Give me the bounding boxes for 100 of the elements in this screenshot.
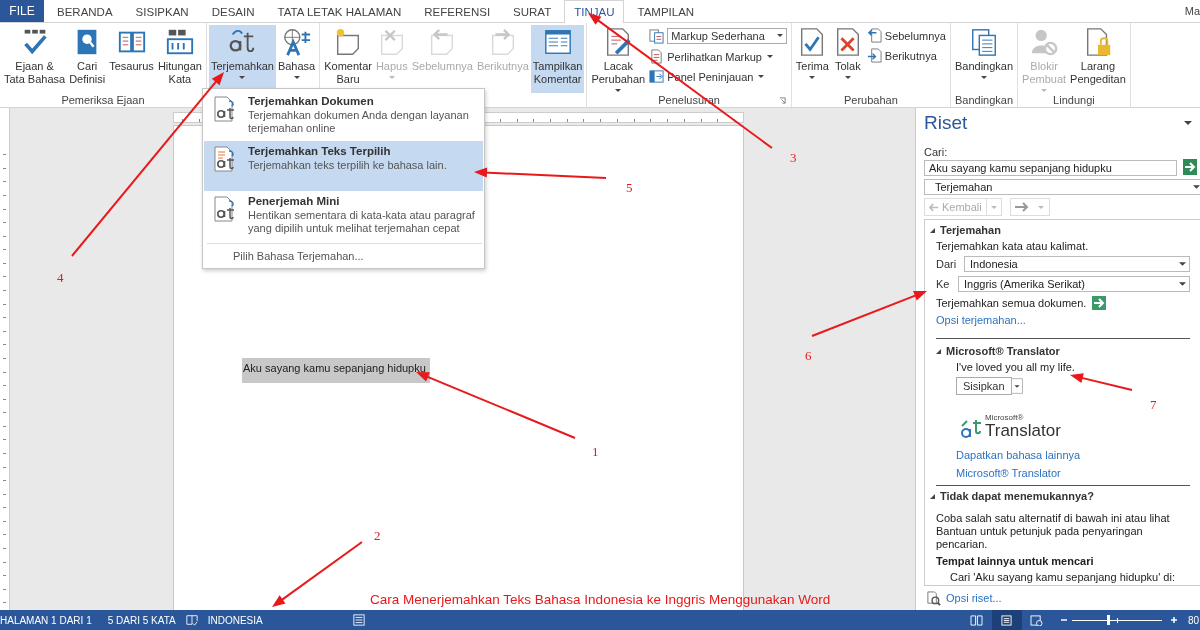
documents-icon bbox=[969, 27, 999, 57]
language-indicator[interactable]: INDONESIA bbox=[201, 614, 273, 626]
translator-link[interactable]: Dapatkan bahasa lainnya bbox=[956, 449, 1190, 461]
options-link[interactable]: Opsi terjemahan... bbox=[936, 314, 1200, 326]
annotation-number: 3 bbox=[790, 150, 797, 165]
insert-button[interactable]: Sisipkan bbox=[956, 377, 1012, 395]
caret-icon bbox=[1179, 261, 1186, 267]
annotation-number: 6 bbox=[805, 348, 812, 363]
zoom-thumb[interactable] bbox=[1106, 615, 1110, 625]
help-text: Coba salah satu alternatif di bawah ini atau lihat Bantuan untuk petunjuk pada penyaringan pencarian. bbox=[936, 512, 1171, 551]
translator-logo-icon bbox=[960, 419, 982, 439]
macro-icon[interactable] bbox=[352, 614, 365, 626]
translate-all-text: Terjemahkan semua dokumen. bbox=[936, 297, 1087, 309]
translator-link[interactable]: Microsoft® Translator bbox=[956, 467, 1190, 479]
search-field[interactable]: Aku sayang kamu sepanjang hidupku bbox=[924, 160, 1177, 176]
group-label: Pemeriksa Ejaan bbox=[61, 94, 145, 106]
to-language-dropdown[interactable]: Inggris (Amerika Serikat) bbox=[958, 276, 1190, 292]
print-layout-icon bbox=[1000, 614, 1014, 626]
annotation-number: 5 bbox=[626, 180, 633, 195]
group-label: Lindungi bbox=[1053, 94, 1095, 106]
pane-icon bbox=[649, 69, 665, 84]
logo-text: Translator bbox=[985, 422, 1061, 439]
subheading: Tempat lainnya untuk mencari bbox=[936, 555, 1095, 567]
ribbon-tab[interactable]: SURAT bbox=[503, 0, 562, 22]
zoom-slider[interactable] bbox=[1071, 614, 1162, 626]
group-label: Perubahan bbox=[843, 94, 898, 106]
research-options-icon[interactable] bbox=[926, 590, 941, 606]
annotation-number: 4 bbox=[57, 270, 64, 285]
pane-menu-icon[interactable] bbox=[1184, 120, 1192, 126]
markup-icon bbox=[649, 28, 665, 44]
translate-go-icon[interactable] bbox=[1092, 296, 1107, 310]
ribbon-tab[interactable]: DESAIN bbox=[201, 0, 265, 22]
insert-dropdown-icon[interactable] bbox=[1010, 377, 1023, 395]
group-label: Bandingkan bbox=[954, 94, 1014, 106]
menu-item[interactable]: Penerjemah Mini Hentikan sementara di kata-kata atau paragraf yang dipilih untuk melihat terjemahan cepat bbox=[204, 191, 483, 241]
page-count[interactable]: HALAMAN 1 DARI 1 bbox=[0, 614, 102, 626]
pane-title: Riset bbox=[924, 112, 969, 134]
ribbon-button[interactable]: Tesaurus bbox=[107, 25, 156, 93]
zoom-level[interactable]: 80 bbox=[1187, 614, 1199, 626]
ribbon-button[interactable]: Hitungan Kata bbox=[155, 25, 204, 93]
from-language-dropdown[interactable]: Indonesia bbox=[964, 256, 1190, 272]
web-layout-icon bbox=[1030, 614, 1044, 626]
annotation-number: 1 bbox=[592, 444, 599, 459]
collapse-icon[interactable] bbox=[930, 227, 935, 233]
menu-item[interactable]: Pilih Bahasa Terjemahan... bbox=[203, 246, 484, 264]
ribbon-button[interactable]: Ejaan & Tata Bahasa bbox=[2, 25, 68, 93]
collapse-icon[interactable] bbox=[930, 493, 935, 499]
ribbon-tab[interactable]: REFERENSI bbox=[414, 0, 501, 22]
section-heading: Microsoft® Translator bbox=[946, 345, 1060, 357]
ribbon-button[interactable]: Bandingkan bbox=[952, 25, 1016, 93]
collapse-icon[interactable] bbox=[936, 348, 941, 354]
ribbon-tab[interactable]: TATA LETAK HALAMAN bbox=[267, 0, 412, 22]
ribbon-tab[interactable]: TINJAU bbox=[564, 0, 625, 23]
research-options-link[interactable]: Opsi riset... bbox=[946, 592, 1002, 604]
ribbon-tab[interactable]: BERANDA bbox=[47, 0, 123, 22]
zoom-out-icon[interactable] bbox=[1059, 616, 1068, 624]
intro-text: Terjemahkan kata atau kalimat. bbox=[936, 240, 1090, 252]
blocked-user-icon bbox=[1029, 27, 1060, 57]
proofing-icon[interactable] bbox=[185, 614, 198, 626]
ribbon-button[interactable]: Terima bbox=[793, 25, 831, 93]
word-count-icon bbox=[164, 27, 195, 57]
ribbon-button[interactable]: Tolak bbox=[830, 25, 865, 93]
search-elsewhere-text: Cari 'Aku sayang kamu sepanjang hidupku' di: bbox=[950, 571, 1176, 583]
ribbon-button[interactable]: Perlihatkan Markup bbox=[647, 48, 789, 65]
file-tab[interactable]: FILE bbox=[0, 0, 44, 22]
previous-change-icon bbox=[866, 28, 882, 43]
ribbon-button[interactable]: Cari Definisi bbox=[67, 25, 108, 93]
dialog-launcher-icon[interactable] bbox=[778, 97, 786, 104]
back-arrow-icon bbox=[929, 202, 939, 212]
document-icon bbox=[649, 49, 665, 64]
word-count[interactable]: 5 DARI 5 KATA bbox=[101, 614, 186, 626]
caret-icon bbox=[1193, 184, 1200, 190]
search-label: Cari: bbox=[924, 146, 949, 158]
read-mode-icon bbox=[970, 614, 984, 626]
ribbon-button[interactable]: Sebelumnya bbox=[864, 27, 948, 44]
zoom-in-icon[interactable] bbox=[1169, 616, 1178, 624]
ribbon-tab[interactable]: SISIPKAN bbox=[125, 0, 199, 22]
ribbon-button[interactable]: Bahasa bbox=[275, 25, 318, 93]
source-dropdown[interactable]: Terjemahan bbox=[924, 179, 1200, 195]
ribbon-button[interactable]: Tampilkan Komentar bbox=[530, 25, 585, 93]
section-heading: Terjemahan bbox=[940, 224, 1001, 236]
menu-item[interactable]: Terjemahkan Teks Terpilih Terjemahkan teks terpilih ke bahasa lain. bbox=[204, 141, 483, 191]
caret-icon bbox=[1179, 281, 1186, 287]
selected-text[interactable]: Aku sayang kamu sepanjang hidupku bbox=[242, 358, 430, 383]
search-go-icon[interactable] bbox=[1183, 159, 1197, 175]
logo-caption: Microsoft® bbox=[985, 413, 1025, 422]
menu-item[interactable]: Terjemahkan Dokumen Terjemahkan dokumen Anda dengan layanan terjemahan online bbox=[204, 91, 483, 141]
globe-letter-icon bbox=[281, 27, 312, 57]
annotation-caption: Cara Menerjemahkan Teks Bahasa Indonesia ke Inggris Menggunakan Word bbox=[370, 592, 831, 607]
to-label: Ke bbox=[936, 278, 951, 290]
account-name[interactable]: Ma bbox=[1184, 0, 1200, 22]
forward-button-icon[interactable] bbox=[1009, 198, 1050, 216]
ribbon-tab[interactable]: TAMPILAN bbox=[627, 0, 705, 22]
annotation-number: 2 bbox=[374, 528, 381, 543]
from-label: Dari bbox=[936, 258, 958, 270]
ribbon-button[interactable]: Komentar Baru bbox=[322, 25, 374, 93]
ribbon-button[interactable]: Lacak Perubahan bbox=[589, 25, 648, 93]
view-button[interactable] bbox=[991, 610, 1022, 630]
ribbon-button[interactable]: Berikutnya bbox=[864, 47, 948, 64]
ribbon-button[interactable]: Larang Pengeditan bbox=[1068, 25, 1128, 93]
